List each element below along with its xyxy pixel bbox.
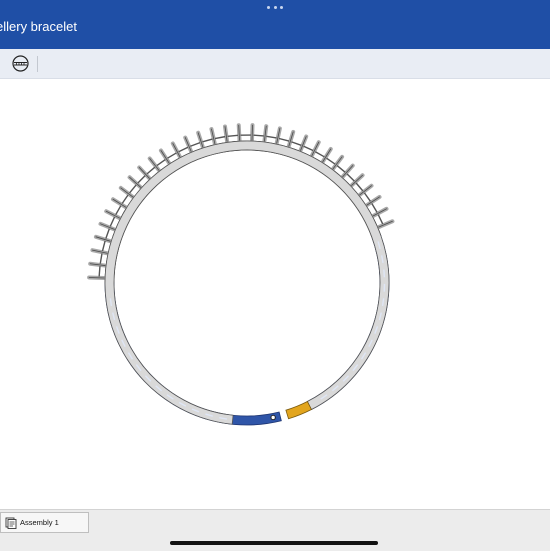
clasp[interactable] [105, 141, 389, 424]
chain-connector [179, 147, 188, 151]
chain-connector [304, 146, 313, 150]
toolbar [0, 49, 550, 79]
ellipsis-dot [267, 6, 270, 9]
chain-connector [103, 241, 106, 251]
chain-connector [157, 160, 165, 166]
chain-connector [110, 217, 114, 226]
chain-connector [130, 185, 137, 193]
chain-connector [147, 167, 155, 174]
band-slot [384, 270, 385, 278]
assembly-icon [5, 517, 17, 529]
chain-connector [228, 135, 238, 136]
chain-connector [99, 266, 100, 276]
ellipsis-dot [274, 6, 277, 9]
ellipsis-icon[interactable] [267, 4, 283, 10]
chain-connector [116, 206, 121, 215]
chain-connector [364, 193, 370, 201]
title-bar: ellery bracelet [0, 0, 550, 49]
chain-connector [215, 137, 225, 139]
ellipsis-dot [280, 6, 283, 9]
chain-connector [279, 139, 289, 142]
chain-connector [138, 176, 145, 183]
chain-connector [202, 139, 212, 142]
chain-link[interactable] [252, 125, 253, 140]
toolbar-separator [37, 56, 38, 72]
document-title: ellery bracelet [0, 19, 77, 34]
3d-viewport[interactable] [0, 79, 550, 509]
chain-connector [100, 253, 102, 263]
wrap-icon[interactable] [11, 54, 30, 73]
tab-assembly-1[interactable]: Assembly 1 [0, 512, 89, 533]
chain-connector [356, 183, 363, 191]
chain-connector [292, 142, 302, 145]
tab-label: Assembly 1 [20, 518, 59, 527]
chain-connector [378, 215, 382, 224]
accent-segment[interactable] [286, 402, 312, 419]
chain-connector [122, 195, 128, 204]
bracelet-model[interactable] [0, 79, 550, 509]
chain-connector [327, 158, 336, 164]
chain-connector [253, 135, 263, 136]
chain-connector [372, 203, 377, 212]
home-indicator [170, 541, 378, 545]
chain-connector [266, 136, 276, 138]
chain-connector [190, 143, 200, 147]
chain-connector [106, 229, 109, 239]
chain-link[interactable] [89, 277, 104, 278]
chain-connector [167, 153, 176, 158]
chain-connector [315, 152, 324, 157]
clasp-pin[interactable] [271, 415, 275, 419]
chain-connector [347, 174, 354, 181]
chain-connector [337, 166, 345, 173]
